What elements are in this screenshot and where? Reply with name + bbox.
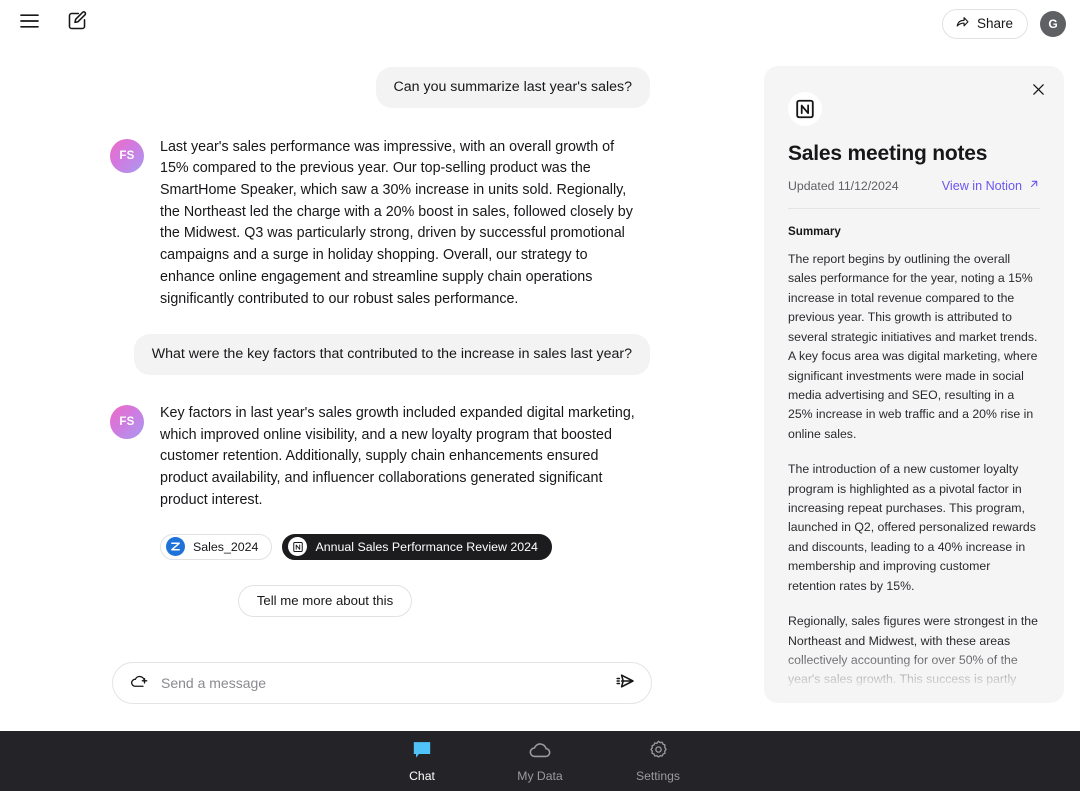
nav-item-my-data-label: My Data — [517, 768, 563, 783]
panel-content: Sales meeting notes Updated 11/12/2024 V… — [764, 66, 1064, 703]
nav-item-settings-label: Settings — [635, 769, 681, 783]
panel-paragraph: The report begins by outlining the overa… — [788, 252, 1038, 441]
assistant-avatar: FS — [110, 404, 144, 439]
external-link-arrow-icon — [1028, 178, 1040, 193]
close-x-icon — [1031, 82, 1046, 102]
assistant-avatar-initials: FS — [119, 149, 135, 162]
notion-icon — [788, 92, 822, 126]
cloud-icon — [528, 740, 552, 765]
hamburger-menu-button[interactable] — [12, 7, 46, 41]
user-avatar-initial: G — [1048, 16, 1058, 31]
user-avatar[interactable]: G — [1040, 10, 1066, 37]
nav-item-settings[interactable]: Settings — [627, 739, 689, 783]
panel-section-label: Summary — [788, 225, 841, 238]
new-chat-button[interactable] — [60, 7, 94, 41]
notion-icon — [288, 537, 308, 557]
view-in-notion-label: View in Notion — [941, 178, 1022, 193]
assistant-message-text: Key factors in last year's sales growth … — [160, 404, 635, 508]
source-detail-panel: Sales meeting notes Updated 11/12/2024 V… — [764, 66, 1064, 703]
new-chat-compose-icon — [66, 10, 88, 37]
panel-meta-row: Updated 11/12/2024 View in Notion — [788, 178, 1040, 193]
hamburger-menu-icon — [19, 14, 39, 33]
bottom-navigation: Chat My Data Settings — [0, 731, 1080, 791]
source-chip-label: Annual Sales Performance Review 2024 — [315, 539, 538, 554]
message-user-1: Can you summarize last year's sales? — [0, 67, 764, 108]
suggestion-button[interactable]: Tell me more about this — [237, 584, 413, 617]
source-chip-label: Sales_2024 — [193, 539, 259, 554]
source-chip-list: Sales_2024 Annual Sales Performance Revi… — [0, 533, 764, 560]
message-composer[interactable] — [112, 662, 652, 704]
share-button[interactable]: Share — [941, 8, 1028, 39]
panel-close-button[interactable] — [1026, 80, 1050, 104]
cloud-upload-icon[interactable] — [129, 671, 149, 696]
nav-item-chat[interactable]: Chat — [391, 740, 453, 783]
suggestion-row: Tell me more about this — [0, 584, 764, 617]
chat-thread: Can you summarize last year's sales? FS … — [0, 47, 764, 731]
top-bar: Share G — [0, 0, 1080, 47]
assistant-message-text: Last year's sales performance was impres… — [160, 138, 633, 307]
top-bar-right-group: Share G — [941, 8, 1080, 39]
panel-updated-date: Updated 11/12/2024 — [788, 178, 899, 193]
nav-item-chat-label: Chat — [409, 768, 435, 783]
message-user-2: What were the key factors that contribut… — [0, 334, 764, 375]
app-root: Share G Can you summarize last year's sa… — [0, 0, 1080, 791]
chat-bubble-icon — [411, 740, 433, 765]
nav-item-my-data[interactable]: My Data — [509, 740, 571, 783]
assistant-avatar-initials: FS — [119, 415, 135, 428]
zendesk-icon — [166, 537, 185, 557]
panel-divider — [788, 208, 1040, 209]
user-message-bubble: Can you summarize last year's sales? — [375, 67, 650, 108]
panel-title: Sales meeting notes — [788, 142, 988, 165]
source-chip-sales-2024[interactable]: Sales_2024 — [160, 533, 273, 560]
message-input[interactable] — [161, 675, 603, 691]
view-in-notion-link[interactable]: View in Notion — [942, 178, 1040, 193]
panel-paragraph: The introduction of a new customer loyal… — [788, 462, 1036, 593]
source-chip-annual-review[interactable]: Annual Sales Performance Review 2024 — [282, 533, 552, 560]
gear-icon — [648, 739, 669, 765]
message-assistant-2: FS Key factors in last year's sales grow… — [0, 403, 764, 512]
message-assistant-1: FS Last year's sales performance was imp… — [0, 137, 764, 311]
panel-paragraph: Regionally, sales figures were strongest… — [788, 614, 1038, 703]
top-bar-left-group — [0, 7, 94, 41]
send-paper-plane-icon[interactable] — [615, 670, 637, 697]
share-button-label: Share — [976, 16, 1013, 31]
assistant-avatar: FS — [110, 138, 144, 173]
share-arrow-icon — [955, 15, 970, 33]
user-message-bubble: What were the key factors that contribut… — [133, 334, 650, 375]
